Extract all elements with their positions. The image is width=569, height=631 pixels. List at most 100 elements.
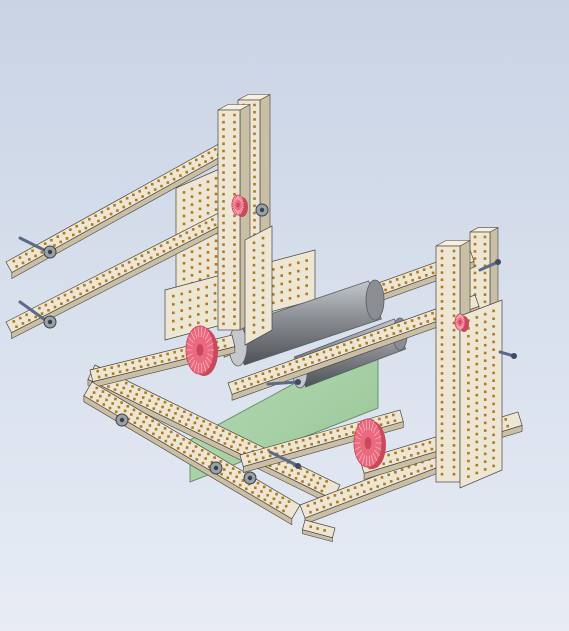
- beam-hole: [475, 370, 479, 374]
- beam-hole: [102, 274, 105, 277]
- beam-hole: [492, 387, 495, 390]
- beam-hole: [452, 249, 456, 253]
- beam-hole: [277, 462, 281, 466]
- beam-hole: [431, 271, 435, 275]
- beam-hole: [262, 485, 266, 489]
- beam-hole: [213, 148, 217, 151]
- left-tower-side-plate-face: [244, 225, 273, 346]
- beam-hole: [138, 359, 141, 363]
- beam-hole: [222, 185, 225, 189]
- beam-hole: [253, 118, 256, 121]
- beam-hole: [452, 357, 456, 361]
- gear-left-large[interactable]: [185, 325, 218, 376]
- beam-hole: [311, 361, 314, 364]
- beam-hole: [222, 322, 225, 326]
- beam-hole: [65, 237, 69, 240]
- beam-hole: [261, 281, 265, 285]
- beam-hole: [372, 339, 375, 342]
- front-frame-end-rail[interactable]: [301, 519, 336, 543]
- beam-hole: [172, 294, 175, 298]
- beam-hole: [217, 439, 220, 442]
- beam-hole: [63, 293, 67, 297]
- beam-hole: [233, 300, 236, 304]
- beam-hole: [233, 149, 236, 153]
- beam-hole: [21, 322, 25, 325]
- beam-hole: [376, 485, 379, 488]
- cad-viewport[interactable]: [0, 0, 569, 631]
- beam-hole: [433, 317, 436, 321]
- beam-hole: [317, 440, 320, 444]
- beam-hole: [416, 452, 420, 455]
- beam-hole: [396, 458, 399, 461]
- beam-hole: [452, 264, 456, 267]
- beam-hole: [145, 428, 149, 432]
- beam-hole: [160, 360, 164, 363]
- beam-hole: [222, 156, 225, 160]
- beam-hole: [440, 336, 444, 339]
- beam-hole: [233, 228, 236, 232]
- beam-hole: [116, 209, 119, 212]
- beam-hole: [167, 435, 170, 438]
- beam-hole: [219, 460, 223, 463]
- left-tower-post-front-face: [217, 109, 241, 331]
- beam-hole: [422, 268, 426, 271]
- beam-hole: [238, 471, 241, 474]
- beam-hole: [308, 437, 312, 440]
- beam-hole: [467, 373, 470, 377]
- beam-hole: [40, 251, 44, 254]
- beam-hole: [475, 362, 479, 366]
- beam-hole: [78, 230, 81, 233]
- beam-hole: [232, 480, 236, 483]
- beam-hole: [297, 472, 300, 475]
- bearing-hub: [47, 319, 53, 325]
- beam-hole: [272, 301, 275, 305]
- beam-hole: [198, 246, 202, 250]
- beam-hole: [221, 429, 225, 432]
- beam-hole: [257, 494, 260, 498]
- beam-hole: [281, 496, 285, 500]
- beam-hole: [172, 177, 176, 181]
- beam-hole: [473, 250, 477, 253]
- beam-hole: [356, 492, 359, 496]
- beam-hole: [174, 412, 177, 415]
- beam-hole: [351, 346, 355, 350]
- beam-hole: [198, 207, 202, 211]
- beam-hole: [387, 473, 390, 477]
- beam-hole: [130, 266, 134, 269]
- beam-hole: [297, 269, 300, 273]
- beam-hole: [197, 313, 200, 316]
- beam-hole: [198, 254, 202, 258]
- beam-hole: [483, 390, 487, 394]
- beam-hole: [129, 389, 132, 393]
- beam-hole: [256, 481, 260, 485]
- beam-hole: [331, 437, 334, 440]
- beam-hole: [214, 263, 218, 266]
- beam-hole: [440, 300, 444, 303]
- beam-hole: [475, 401, 479, 405]
- beam-hole: [295, 441, 298, 444]
- beam-hole: [154, 427, 158, 431]
- beam-hole: [233, 135, 236, 138]
- beam-hole: [207, 151, 211, 155]
- beam-hole: [323, 529, 326, 532]
- beam-hole: [261, 251, 265, 255]
- beam-hole: [492, 371, 495, 375]
- beam-hole: [108, 406, 112, 410]
- beam-hole: [440, 328, 444, 332]
- beam-hole: [120, 401, 123, 404]
- robot-assembly-model[interactable]: [0, 0, 569, 631]
- beam-hole: [12, 320, 16, 323]
- beam-hole: [303, 475, 307, 478]
- beam-hole: [452, 300, 456, 303]
- beam-hole: [133, 421, 137, 425]
- beam-hole: [101, 390, 105, 393]
- beam-hole: [261, 296, 265, 299]
- beam-hole: [440, 458, 444, 462]
- left-tower-side-plate[interactable]: [244, 225, 273, 346]
- beam-hole: [467, 444, 470, 447]
- beam-hole: [483, 328, 487, 331]
- beam-hole: [245, 487, 248, 491]
- beam-hole: [118, 370, 122, 374]
- beam-hole: [467, 397, 470, 400]
- beam-hole: [430, 447, 434, 451]
